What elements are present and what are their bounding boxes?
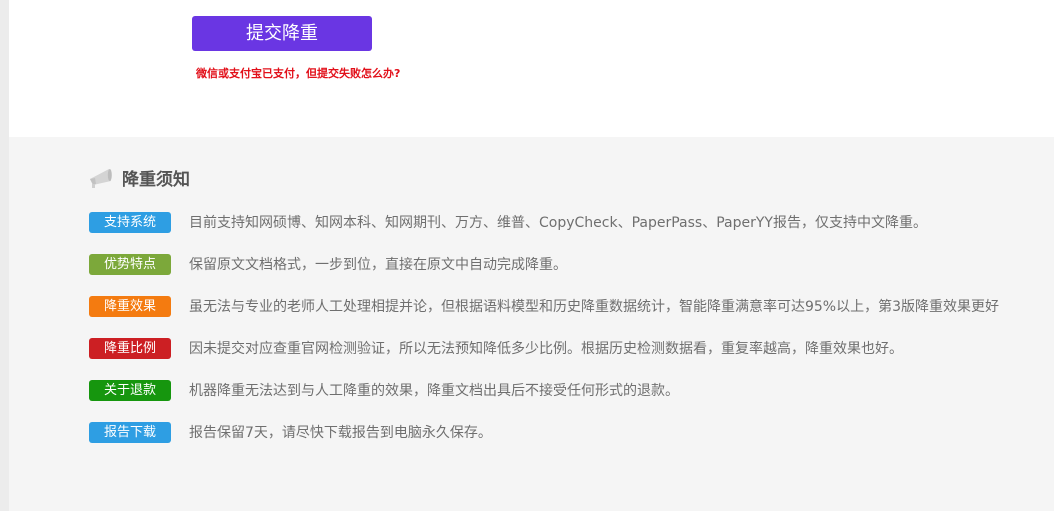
badge-dedupe-effect: 降重效果 [89, 295, 171, 317]
dedupe-notice-section: 降重须知 支持系统 目前支持知网硕博、知网本科、知网期刊、万方、维普、CopyC… [9, 137, 1054, 511]
submit-panel: 提交降重 微信或支付宝已支付，但提交失败怎么办? [9, 0, 1054, 137]
notice-text-supported-systems: 目前支持知网硕博、知网本科、知网期刊、万方、维普、CopyCheck、Paper… [189, 215, 927, 231]
notice-text-report-download: 报告保留7天，请尽快下载报告到电脑永久保存。 [189, 425, 492, 441]
notice-text-refund: 机器降重无法达到与人工降重的效果，降重文档出具后不接受任何形式的退款。 [189, 383, 679, 399]
badge-refund: 关于退款 [89, 379, 171, 401]
notice-item-advantages: 优势特点 保留原文文档格式，一步到位，直接在原文中自动完成降重。 [89, 253, 567, 275]
notice-item-dedupe-ratio: 降重比例 因未提交对应查重官网检测验证，所以无法预知降低多少比例。根据历史检测数… [89, 337, 903, 359]
badge-report-download: 报告下载 [89, 421, 171, 443]
notice-title: 降重须知 [122, 169, 190, 190]
badge-supported-systems: 支持系统 [89, 211, 171, 233]
notice-item-report-download: 报告下载 报告保留7天，请尽快下载报告到电脑永久保存。 [89, 421, 492, 443]
notice-item-dedupe-effect: 降重效果 虽无法与专业的老师人工处理相提并论，但根据语料模型和历史降重数据统计，… [89, 295, 999, 317]
badge-dedupe-ratio: 降重比例 [89, 337, 171, 359]
notice-header: 降重须知 [87, 163, 190, 191]
badge-advantages: 优势特点 [89, 253, 171, 275]
notice-item-supported-systems: 支持系统 目前支持知网硕博、知网本科、知网期刊、万方、维普、CopyCheck、… [89, 211, 927, 233]
payment-failed-help-link[interactable]: 微信或支付宝已支付，但提交失败怎么办? [196, 65, 400, 81]
notice-text-dedupe-ratio: 因未提交对应查重官网检测验证，所以无法预知降低多少比例。根据历史检测数据看，重复… [189, 341, 903, 357]
notice-text-dedupe-effect: 虽无法与专业的老师人工处理相提并论，但根据语料模型和历史降重数据统计，智能降重满… [189, 299, 1000, 315]
submit-dedupe-button[interactable]: 提交降重 [192, 16, 372, 51]
notice-text-advantages: 保留原文文档格式，一步到位，直接在原文中自动完成降重。 [189, 257, 567, 273]
notice-item-refund: 关于退款 机器降重无法达到与人工降重的效果，降重文档出具后不接受任何形式的退款。 [89, 379, 679, 401]
megaphone-icon [90, 169, 112, 188]
